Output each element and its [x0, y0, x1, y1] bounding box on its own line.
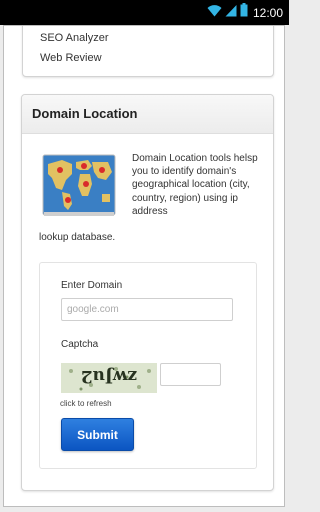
domain-location-card: Domain Location Domain Location tools he… — [21, 94, 274, 491]
submit-button[interactable]: Submit — [61, 418, 134, 451]
domain-label: Enter Domain — [61, 280, 123, 291]
app-frame: SEO Analyzer Web Review Domain Location — [3, 25, 285, 507]
wifi-icon — [207, 4, 222, 22]
description: Domain Location tools helsp you to ident… — [132, 153, 258, 217]
card-header: Domain Location — [22, 95, 273, 134]
menu-item-web-review[interactable]: Web Review — [40, 52, 102, 64]
menu-card: SEO Analyzer Web Review — [22, 26, 274, 77]
description-tail: lookup database. — [39, 232, 116, 243]
captcha-input[interactable] — [160, 363, 221, 386]
captcha-label: Captcha — [61, 339, 99, 350]
signal-icon — [225, 4, 237, 22]
status-icons: 12:00 — [207, 3, 283, 22]
domain-form: Enter Domain Captcha zwJu2 click to refr — [39, 262, 257, 469]
refresh-link[interactable]: click to refresh — [60, 399, 112, 408]
battery-icon — [240, 3, 248, 22]
captcha-image[interactable]: zwJu2 — [61, 363, 157, 398]
domain-input[interactable] — [61, 298, 233, 321]
card-title: Domain Location — [32, 106, 138, 121]
status-bar: 12:00 — [0, 0, 289, 25]
captcha-text: zwJu2 — [81, 366, 138, 386]
status-time: 12:00 — [252, 5, 283, 20]
world-map-icon — [42, 154, 116, 223]
menu-item-seo-analyzer[interactable]: SEO Analyzer — [40, 32, 108, 44]
